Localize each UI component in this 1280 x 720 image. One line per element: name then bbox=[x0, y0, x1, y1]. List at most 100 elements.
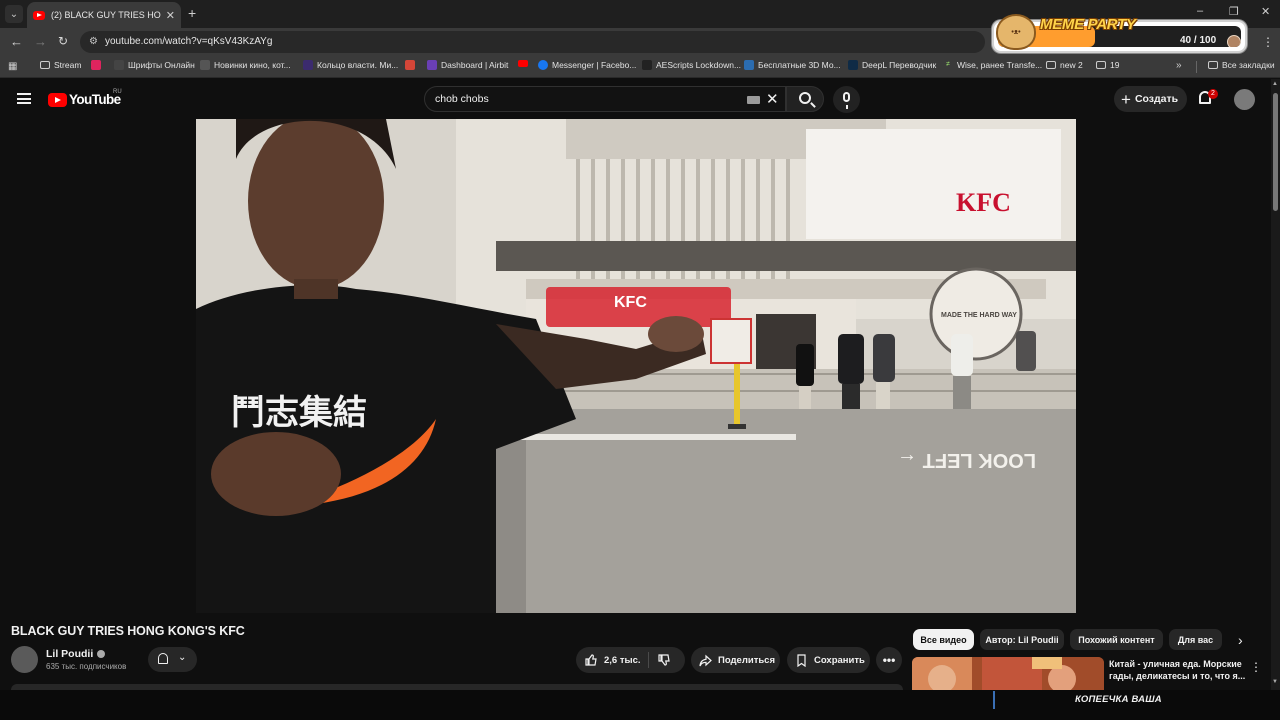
facebook-icon bbox=[538, 60, 548, 70]
voice-search-button[interactable] bbox=[833, 86, 860, 113]
search-input[interactable]: chob chobs ✕ bbox=[424, 86, 786, 112]
bookmark-deepl[interactable]: DeepL Переводчик bbox=[848, 60, 936, 70]
plus-icon: + bbox=[1121, 89, 1131, 109]
search-query[interactable]: chob chobs bbox=[435, 93, 489, 105]
bookmarks-bar: ▦ Stream Шрифты Онлайн Новинки кино, кот… bbox=[0, 56, 1280, 78]
youtube-logo[interactable]: YouTube bbox=[48, 92, 121, 107]
subscriber-count: 635 тыс. подписчиков bbox=[46, 662, 127, 671]
browser-tab[interactable]: (2) BLACK GUY TRIES HONG KONG'S KFC ✕ bbox=[27, 2, 181, 28]
share-label: Поделиться bbox=[718, 654, 776, 666]
reload-icon[interactable]: ↻ bbox=[58, 34, 68, 48]
tab-search-icon[interactable]: ⌄ bbox=[5, 5, 23, 23]
chip-for-you[interactable]: Для вас bbox=[1169, 629, 1222, 650]
thumbs-up-icon[interactable] bbox=[585, 654, 597, 666]
apps-grid-icon[interactable]: ▦ bbox=[8, 61, 17, 72]
page-scrollbar[interactable]: ▲ ▼ bbox=[1271, 79, 1280, 690]
bookmark-messenger[interactable]: Messenger | Facebo... bbox=[538, 60, 636, 70]
scrollbar-thumb[interactable] bbox=[1273, 93, 1278, 211]
youtube-favicon-icon bbox=[33, 10, 45, 20]
youtube-masthead: YouTube RU chob chobs ✕ + Создать 2 bbox=[0, 79, 1280, 119]
address-bar[interactable]: ⚙ youtube.com/watch?v=qKsV43KzAYg bbox=[80, 31, 985, 53]
font-icon bbox=[114, 60, 124, 70]
chip-all-videos[interactable]: Все видео bbox=[913, 629, 974, 650]
caption-text: КОПЕЕЧКА ВАША bbox=[1075, 694, 1162, 705]
window-close-button[interactable]: ✕ bbox=[1261, 5, 1270, 18]
verified-icon bbox=[97, 650, 106, 658]
road-marking-text: LOOK LEFT ← bbox=[897, 449, 1036, 471]
restore-button[interactable]: ❐ bbox=[1229, 5, 1239, 18]
scroll-down-icon[interactable]: ▼ bbox=[1272, 679, 1278, 685]
recommended-video-thumbnail[interactable] bbox=[912, 657, 1104, 690]
bookmarks-overflow-icon[interactable]: » bbox=[1176, 60, 1182, 71]
bookmark-rings[interactable]: Кольцо власти. Ми... bbox=[303, 60, 398, 70]
site-info-icon[interactable]: ⚙ bbox=[89, 36, 98, 47]
chip-author[interactable]: Автор: Lil Poudii bbox=[980, 629, 1064, 650]
create-button[interactable]: + Создать bbox=[1114, 86, 1187, 112]
all-bookmarks[interactable]: Все закладки bbox=[1208, 60, 1275, 70]
bookmark-movies[interactable]: Новинки кино, кот... bbox=[200, 60, 291, 70]
create-label: Создать bbox=[1134, 93, 1179, 105]
scroll-up-icon[interactable]: ▲ bbox=[1272, 81, 1278, 87]
meme-count: 40 / 100 bbox=[1180, 35, 1217, 46]
meme-party-title: MEME PARTY bbox=[1040, 16, 1136, 33]
browser-menu-icon[interactable]: ⋮ bbox=[1262, 35, 1274, 49]
chevron-right-icon[interactable]: › bbox=[1238, 632, 1243, 648]
gmail-icon bbox=[405, 60, 415, 70]
clear-search-icon[interactable]: ✕ bbox=[766, 90, 779, 108]
aescripts-icon bbox=[642, 60, 652, 70]
tab-close-icon[interactable]: ✕ bbox=[166, 9, 175, 22]
video-player[interactable]: KFC KFC MADE THE HARD WAY LOOK LEFT ← 鬥志… bbox=[196, 119, 1076, 613]
account-avatar[interactable] bbox=[1234, 89, 1255, 110]
shirt-print-text: 鬥志集結 bbox=[231, 393, 367, 433]
more-actions-icon: ••• bbox=[882, 653, 896, 667]
bookmark-new2[interactable]: new 2 bbox=[1046, 60, 1083, 70]
save-button[interactable]: Сохранить bbox=[787, 647, 870, 673]
like-count[interactable]: 2,6 тыс. bbox=[604, 655, 641, 666]
film-icon bbox=[200, 60, 210, 70]
subscription-notification-button[interactable]: ⌄ bbox=[148, 647, 197, 672]
more-actions-button[interactable]: ••• bbox=[876, 647, 902, 673]
forward-icon[interactable]: → bbox=[34, 34, 47, 49]
channel-name[interactable]: Lil Poudii bbox=[46, 648, 93, 660]
folder-icon bbox=[40, 61, 50, 69]
minimize-button[interactable]: – bbox=[1197, 5, 1203, 17]
bookmark-fonts[interactable]: Шрифты Онлайн bbox=[114, 60, 195, 70]
youtube-play-icon bbox=[48, 92, 67, 107]
channel-avatar[interactable] bbox=[11, 646, 38, 673]
caption-cursor bbox=[993, 691, 995, 709]
bookmarks-divider bbox=[1196, 61, 1197, 73]
chip-related[interactable]: Похожий контент bbox=[1070, 629, 1163, 650]
region-code: RU bbox=[113, 89, 122, 95]
bookmark-3d[interactable]: Бесплатные 3D Мо... bbox=[744, 60, 841, 70]
bookmark-youtube[interactable] bbox=[518, 60, 532, 67]
bookmark-live[interactable] bbox=[91, 60, 105, 70]
share-button[interactable]: Поделиться bbox=[691, 647, 780, 673]
meme-party-widget[interactable]: 40 / 100 •ᴥ• MEME PARTY bbox=[992, 14, 1247, 53]
like-dislike-group: 2,6 тыс. bbox=[576, 647, 685, 673]
bookmark-aescripts[interactable]: AEScripts Lockdown... bbox=[642, 60, 741, 70]
video-frame: KFC KFC MADE THE HARD WAY LOOK LEFT ← 鬥志… bbox=[196, 119, 1076, 613]
airbit-icon bbox=[427, 60, 437, 70]
bookmark-gmail[interactable] bbox=[405, 60, 419, 70]
bookmark-wise[interactable]: ≠ Wise, ранее Transfe... bbox=[943, 60, 1042, 70]
microphone-icon bbox=[843, 92, 850, 109]
recommendation-menu-icon[interactable]: ⋮ bbox=[1250, 660, 1262, 674]
save-label: Сохранить bbox=[814, 654, 865, 666]
bell-icon bbox=[158, 653, 168, 664]
thumbs-down-icon[interactable] bbox=[658, 654, 670, 666]
deepl-icon bbox=[848, 60, 858, 70]
bookmark-stream[interactable]: Stream bbox=[40, 60, 81, 70]
channel-name-link[interactable]: Lil Poudii bbox=[46, 648, 106, 660]
search-button[interactable] bbox=[786, 86, 824, 112]
keyboard-icon[interactable] bbox=[747, 96, 760, 104]
recommended-video-title[interactable]: Китай - уличная еда. Морские гады, делик… bbox=[1109, 658, 1247, 682]
hamburger-menu-icon[interactable] bbox=[17, 93, 31, 104]
new-tab-button[interactable]: + bbox=[188, 5, 196, 21]
3d-icon bbox=[744, 60, 754, 70]
url-text[interactable]: youtube.com/watch?v=qKsV43KzAYg bbox=[105, 36, 272, 47]
youtube-icon bbox=[518, 60, 528, 67]
bookmark-airbit[interactable]: Dashboard | Airbit bbox=[427, 60, 508, 70]
bookmark-19[interactable]: 19 bbox=[1096, 60, 1119, 70]
rings-icon bbox=[303, 60, 313, 70]
back-icon[interactable]: ← bbox=[10, 34, 23, 49]
